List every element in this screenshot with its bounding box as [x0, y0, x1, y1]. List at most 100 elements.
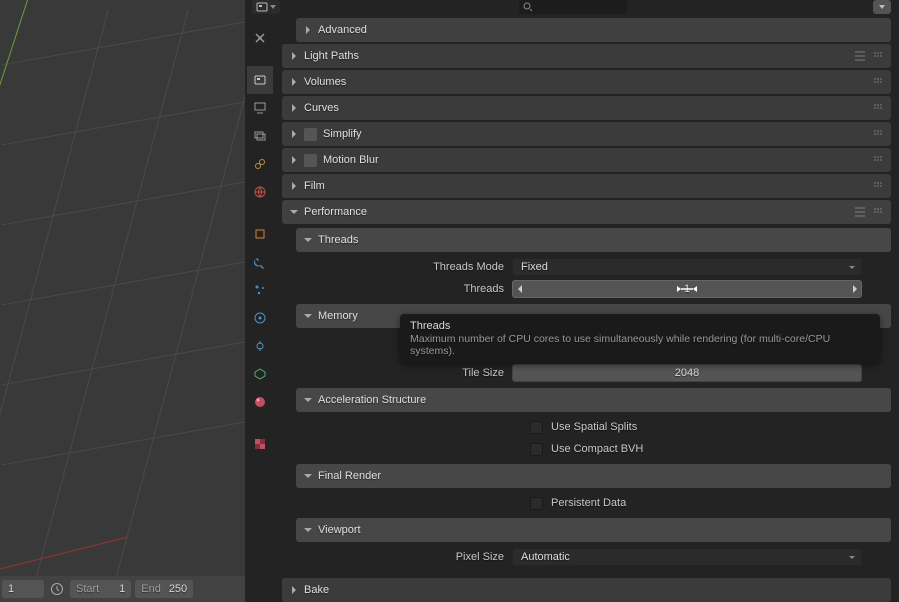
section-title: Acceleration Structure: [318, 394, 885, 406]
tab-material[interactable]: [247, 388, 273, 416]
drag-handle-icon[interactable]: [871, 101, 885, 115]
viewport-3d[interactable]: [0, 0, 245, 576]
end-frame-field[interactable]: End 250: [135, 580, 193, 598]
section-title: Light Paths: [304, 50, 853, 62]
section-title: Volumes: [304, 76, 871, 88]
chevron-down-icon: [288, 206, 300, 218]
tab-scene[interactable]: [247, 150, 273, 178]
simplify-toggle[interactable]: [304, 128, 317, 141]
tab-object[interactable]: [247, 220, 273, 248]
presets-icon[interactable]: [853, 205, 867, 219]
search-input[interactable]: [519, 0, 627, 14]
tab-output[interactable]: [247, 94, 273, 122]
chevron-down-icon: [302, 524, 314, 536]
threads-value: 1: [525, 283, 849, 295]
increment-icon[interactable]: [849, 281, 861, 297]
tab-tool[interactable]: [247, 24, 273, 52]
tab-data[interactable]: [247, 360, 273, 388]
autokey-icon[interactable]: [48, 580, 66, 598]
chevron-right-icon: [288, 102, 300, 114]
tooltip-title: Threads: [410, 320, 870, 332]
section-header-film[interactable]: Film: [282, 174, 891, 198]
tab-render[interactable]: [247, 66, 273, 94]
tab-constraints[interactable]: [247, 332, 273, 360]
chevron-right-icon: [288, 76, 300, 88]
section-title: Viewport: [318, 524, 885, 536]
pixel-size-label: Pixel Size: [296, 551, 512, 563]
tab-world[interactable]: [247, 178, 273, 206]
section-title: Final Render: [318, 470, 885, 482]
threads-mode-dropdown[interactable]: Fixed: [512, 258, 862, 276]
chevron-down-icon: [302, 234, 314, 246]
tile-size-label: Tile Size: [296, 367, 512, 379]
section-header-accel[interactable]: Acceleration Structure: [296, 388, 891, 412]
drag-handle-icon[interactable]: [871, 153, 885, 167]
decrement-icon[interactable]: [513, 281, 525, 297]
section-title: Motion Blur: [323, 154, 871, 166]
chevron-down-icon: [302, 470, 314, 482]
drag-handle-icon[interactable]: [871, 179, 885, 193]
threads-label: Threads: [296, 283, 512, 295]
compact-bvh-label: Use Compact BVH: [551, 443, 643, 455]
section-title: Simplify: [323, 128, 871, 140]
section-header-curves[interactable]: Curves: [282, 96, 891, 120]
chevron-down-icon: [302, 394, 314, 406]
tooltip: Threads Maximum number of CPU cores to u…: [400, 314, 880, 363]
section-header-volumes[interactable]: Volumes: [282, 70, 891, 94]
drag-handle-icon[interactable]: [871, 127, 885, 141]
tab-texture[interactable]: [247, 430, 273, 458]
tab-particles[interactable]: [247, 276, 273, 304]
timeline-bar: 1 Start 1 End 250: [0, 576, 245, 602]
chevron-right-icon: [288, 180, 300, 192]
drag-handle-icon[interactable]: [871, 75, 885, 89]
spatial-splits-label: Use Spatial Splits: [551, 421, 637, 433]
section-header-lightpaths[interactable]: Light Paths: [282, 44, 891, 68]
threads-mode-label: Threads Mode: [296, 261, 512, 273]
threads-field[interactable]: 1: [512, 280, 862, 298]
drag-handle-icon[interactable]: [871, 49, 885, 63]
section-header-threads[interactable]: Threads: [296, 228, 891, 252]
section-header-motionblur[interactable]: Motion Blur: [282, 148, 891, 172]
end-label: End: [141, 583, 161, 595]
editor-type-dropdown[interactable]: [252, 0, 280, 14]
persistent-checkbox[interactable]: [530, 497, 543, 510]
tile-size-field[interactable]: 2048: [512, 364, 862, 382]
properties-content: Advanced Light Paths Volumes Curves: [282, 18, 891, 602]
viewport-grid: [0, 0, 245, 576]
section-title: Advanced: [318, 24, 885, 36]
drag-handle-icon[interactable]: [871, 205, 885, 219]
section-header-bake[interactable]: Bake: [282, 578, 891, 602]
chevron-right-icon: [288, 50, 300, 62]
current-frame-field[interactable]: 1: [2, 580, 44, 598]
spatial-splits-checkbox[interactable]: [530, 421, 543, 434]
section-header-simplify[interactable]: Simplify: [282, 122, 891, 146]
pixel-size-dropdown[interactable]: Automatic: [512, 548, 862, 566]
tab-physics[interactable]: [247, 304, 273, 332]
tab-viewlayer[interactable]: [247, 122, 273, 150]
chevron-down-icon: [302, 310, 314, 322]
section-header-advanced[interactable]: Advanced: [296, 18, 891, 42]
persistent-label: Persistent Data: [551, 497, 626, 509]
motionblur-toggle[interactable]: [304, 154, 317, 167]
properties-tabs: [247, 24, 273, 458]
end-value: 250: [169, 583, 187, 595]
compact-bvh-checkbox[interactable]: [530, 443, 543, 456]
chevron-right-icon: [288, 584, 300, 596]
start-value: 1: [107, 583, 125, 595]
search-icon: [523, 2, 533, 12]
chevron-right-icon: [288, 128, 300, 140]
start-label: Start: [76, 583, 99, 595]
tab-modifier[interactable]: [247, 248, 273, 276]
section-title: Curves: [304, 102, 871, 114]
chevron-right-icon: [302, 24, 314, 36]
chevron-right-icon: [288, 154, 300, 166]
presets-icon[interactable]: [853, 49, 867, 63]
section-header-viewport[interactable]: Viewport: [296, 518, 891, 542]
options-dropdown[interactable]: [873, 0, 891, 14]
section-header-performance[interactable]: Performance: [282, 200, 891, 224]
section-header-finalrender[interactable]: Final Render: [296, 464, 891, 488]
start-frame-field[interactable]: Start 1: [70, 580, 131, 598]
section-title: Threads: [318, 234, 885, 246]
tooltip-desc: Maximum number of CPU cores to use simul…: [410, 333, 870, 357]
section-title: Bake: [304, 584, 885, 596]
